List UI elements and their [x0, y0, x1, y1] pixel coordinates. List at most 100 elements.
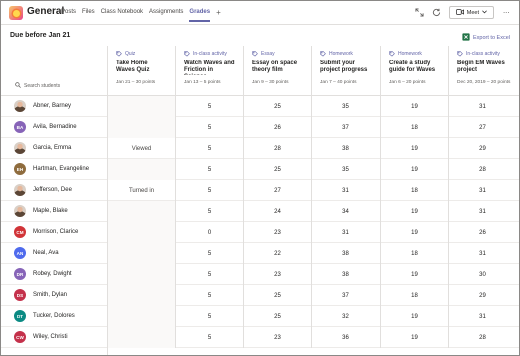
grade-cell[interactable]: 19 [380, 159, 448, 180]
assignment-header[interactable]: Quiz Take Home Waves Quiz Jan 21 – 30 poin… [107, 46, 175, 96]
grade-cell[interactable]: 5 [175, 243, 243, 264]
grade-cell[interactable]: 38 [311, 243, 379, 264]
grade-cell[interactable]: 23 [243, 222, 311, 243]
export-to-excel-button[interactable]: Export to Excel [462, 33, 510, 43]
grade-cell[interactable]: 28 [448, 327, 516, 348]
grade-cell[interactable]: 19 [380, 138, 448, 159]
grade-cell[interactable]: 31 [448, 96, 516, 117]
grade-cell[interactable]: 0 [175, 222, 243, 243]
grade-cell[interactable]: 25 [243, 285, 311, 306]
grade-cell[interactable]: 23 [243, 327, 311, 348]
grade-cell[interactable]: 22 [243, 243, 311, 264]
status-cell[interactable] [107, 264, 175, 285]
student-name[interactable]: Abner, Barney [33, 103, 71, 109]
grade-cell[interactable]: 31 [311, 180, 379, 201]
assignment-header[interactable]: In-class activity Begin EM Waves project D… [448, 46, 516, 96]
grade-cell[interactable]: 31 [448, 180, 516, 201]
student-name[interactable]: Wiley, Christi [33, 334, 68, 340]
tab-class-notebook[interactable]: Class Notebook [101, 9, 143, 22]
student-name[interactable]: Neal, Ava [33, 250, 59, 256]
grade-cell[interactable]: 27 [243, 180, 311, 201]
grade-cell[interactable]: 31 [448, 201, 516, 222]
add-tab-button[interactable]: + [216, 9, 221, 22]
student-name[interactable]: Jefferson, Dee [33, 187, 72, 193]
student-name[interactable]: Maple, Blake [33, 208, 68, 214]
student-name[interactable]: Tucker, Dolores [33, 313, 75, 319]
assignment-header[interactable]: Essay Essay on space theory film Jan 9 – 3… [243, 46, 311, 96]
status-cell[interactable] [107, 327, 175, 348]
grade-cell[interactable]: 24 [243, 201, 311, 222]
status-cell[interactable] [107, 96, 175, 117]
grade-cell[interactable]: 19 [380, 201, 448, 222]
tab-assignments[interactable]: Assignments [149, 9, 183, 22]
tab-grades[interactable]: Grades [189, 9, 210, 22]
grade-cell[interactable]: 26 [243, 117, 311, 138]
status-cell[interactable] [107, 306, 175, 327]
grade-cell[interactable]: 31 [311, 222, 379, 243]
grade-cell[interactable]: 5 [175, 180, 243, 201]
status-cell[interactable] [107, 201, 175, 222]
tab-files[interactable]: Files [82, 9, 95, 22]
grade-cell[interactable]: 5 [175, 327, 243, 348]
grade-cell[interactable]: 18 [380, 117, 448, 138]
grade-cell[interactable]: 32 [311, 306, 379, 327]
grade-cell[interactable]: 23 [243, 264, 311, 285]
assignment-header[interactable]: Homework Create a study guide for Waves Ja… [380, 46, 448, 96]
grade-cell[interactable]: 37 [311, 285, 379, 306]
student-name[interactable]: Garcia, Emma [33, 145, 71, 151]
grade-cell[interactable]: 5 [175, 306, 243, 327]
grade-cell[interactable]: 19 [380, 306, 448, 327]
grade-cell[interactable]: 25 [243, 159, 311, 180]
grade-cell[interactable]: 25 [243, 96, 311, 117]
grade-cell[interactable]: 19 [380, 327, 448, 348]
grade-cell[interactable]: 19 [380, 264, 448, 285]
grade-cell[interactable]: 38 [311, 264, 379, 285]
status-cell[interactable] [107, 285, 175, 306]
grade-cell[interactable]: 5 [175, 201, 243, 222]
grade-cell[interactable]: 5 [175, 138, 243, 159]
grade-cell[interactable]: 28 [243, 138, 311, 159]
refresh-icon[interactable] [432, 8, 442, 18]
student-name[interactable]: Hartman, Evangeline [33, 166, 89, 172]
status-cell[interactable] [107, 117, 175, 138]
grade-cell[interactable]: 5 [175, 96, 243, 117]
grade-cell[interactable]: 5 [175, 117, 243, 138]
team-avatar[interactable] [9, 6, 23, 20]
grade-cell[interactable]: 31 [448, 306, 516, 327]
grade-cell[interactable]: 5 [175, 159, 243, 180]
grade-cell[interactable]: 30 [448, 264, 516, 285]
grade-cell[interactable]: 35 [311, 96, 379, 117]
status-cell[interactable] [107, 159, 175, 180]
grade-cell[interactable]: 31 [448, 243, 516, 264]
student-name[interactable]: Smith, Dylan [33, 292, 67, 298]
student-name[interactable]: Avila, Bernadine [33, 124, 77, 130]
grade-cell[interactable]: 18 [380, 285, 448, 306]
status-cell[interactable]: Turned in [107, 180, 175, 201]
grade-cell[interactable]: 5 [175, 264, 243, 285]
grade-cell[interactable]: 29 [448, 138, 516, 159]
grade-cell[interactable]: 19 [380, 96, 448, 117]
status-cell[interactable] [107, 243, 175, 264]
assignment-header[interactable]: Homework Submit your project progress Jan … [311, 46, 379, 96]
grade-cell[interactable]: 19 [380, 222, 448, 243]
student-name[interactable]: Robey, Dwight [33, 271, 72, 277]
student-name[interactable]: Morrison, Clarice [33, 229, 78, 235]
grade-cell[interactable]: 27 [448, 117, 516, 138]
grade-cell[interactable]: 25 [243, 306, 311, 327]
grade-cell[interactable]: 38 [311, 138, 379, 159]
grade-cell[interactable]: 18 [380, 180, 448, 201]
grade-cell[interactable]: 35 [311, 159, 379, 180]
grade-cell[interactable]: 29 [448, 285, 516, 306]
grade-cell[interactable]: 34 [311, 201, 379, 222]
more-options-icon[interactable]: ··· [501, 8, 511, 18]
search-students-input[interactable]: Search students [15, 82, 60, 90]
tab-posts[interactable]: Posts [61, 9, 76, 22]
status-cell[interactable]: Viewed [107, 138, 175, 159]
assignment-header[interactable]: In-class activity Watch Waves and Frictio… [175, 46, 243, 96]
grade-cell[interactable]: 18 [380, 243, 448, 264]
grade-cell[interactable]: 36 [311, 327, 379, 348]
expand-icon[interactable] [415, 8, 425, 18]
status-cell[interactable] [107, 222, 175, 243]
grade-cell[interactable]: 5 [175, 285, 243, 306]
grade-cell[interactable]: 37 [311, 117, 379, 138]
